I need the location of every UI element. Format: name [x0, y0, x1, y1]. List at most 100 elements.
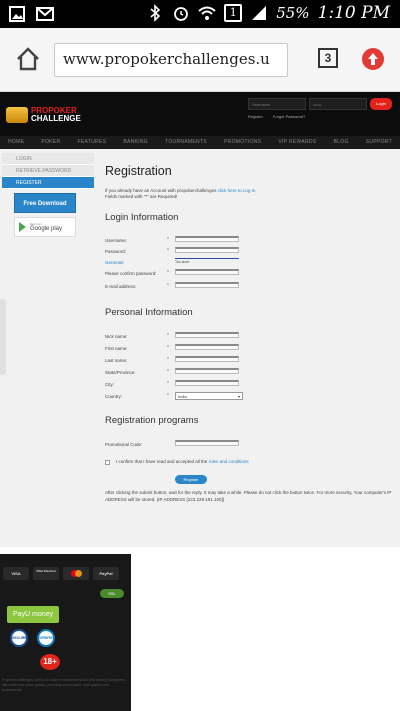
username-input[interactable] [175, 236, 239, 242]
wifi-icon [198, 6, 216, 20]
nav-poker[interactable]: POKER [41, 136, 60, 149]
tab-count-button[interactable]: 3 [318, 48, 338, 68]
header-username-input[interactable]: Username [248, 98, 306, 110]
submit-note: After clicking the submit button, wait f… [105, 490, 392, 502]
required-marker: * [167, 369, 169, 375]
nav-tournaments[interactable]: TOURNAMENTS [165, 136, 207, 149]
paypal-logo: PayPal [93, 567, 119, 580]
nav-banking[interactable]: BANKING [123, 136, 148, 149]
email-label: E-mail address: [105, 284, 137, 289]
confirm-password-input[interactable] [175, 269, 239, 275]
battery-percent: 55% [276, 4, 310, 22]
personal-info-title: Personal Information [105, 307, 193, 318]
site-header: PROPOKER CHALLENGE Username •••••• Login… [0, 92, 400, 136]
terms-row: I confirm that I have read and accepted … [105, 459, 395, 465]
chevron-down-icon: ▾ [237, 394, 240, 399]
required-marker: * [167, 357, 169, 363]
required-note: Fields marked with "*" are Required! [105, 194, 178, 199]
gallery-icon [9, 6, 25, 22]
password-strength: Too short [175, 258, 239, 265]
state-input[interactable] [175, 368, 239, 374]
header-login: Username •••••• Login Register Forgot Pa… [248, 98, 392, 119]
programs-title: Registration programs [105, 415, 199, 426]
alarm-icon [174, 7, 189, 21]
gplay-big-text: Google play [30, 226, 63, 232]
page-title: Registration [105, 164, 172, 178]
free-download-button[interactable]: Free Download [14, 193, 76, 213]
forgot-password-link[interactable]: Forgot Password? [273, 114, 305, 119]
sim-slot-icon: 1 [224, 4, 243, 22]
clock: 1:10 PM [317, 3, 390, 23]
terms-checkbox[interactable] [105, 460, 110, 465]
browser-toolbar: www.propokerchallenges.u 3 [0, 28, 400, 92]
rules-link[interactable]: rules and conditions [209, 459, 249, 464]
registration-page: LOGIN RETRIEVE PASSWORD REGISTER Free Do… [0, 149, 400, 547]
registration-form: Registration If you already have an Acco… [105, 149, 395, 503]
nav-promotions[interactable]: PROMOTIONS [224, 136, 261, 149]
state-label: State/Province: [105, 370, 136, 375]
login-link[interactable]: click here to Log In. [218, 188, 257, 193]
mastercard-icon [63, 567, 89, 580]
side-drawer-handle[interactable] [0, 299, 6, 375]
country-label: Country: [105, 394, 123, 399]
footer-legal-text: Propokerchallenges.com is an online ente… [0, 674, 131, 711]
sidebar-item-register[interactable]: REGISTER [2, 177, 94, 189]
first-name-label: First name: [105, 346, 128, 351]
signal-icon [252, 6, 267, 20]
required-marker: * [167, 393, 169, 399]
nick-name-input[interactable] [175, 332, 239, 338]
url-bar[interactable]: www.propokerchallenges.u [54, 43, 288, 77]
city-input[interactable] [175, 380, 239, 386]
verified-badge-icon: VERIFIED [37, 629, 55, 647]
promo-code-label: Promotional Code: [105, 442, 143, 447]
site-logo[interactable]: PROPOKER CHALLENGE [6, 104, 81, 126]
required-marker: * [167, 345, 169, 351]
last-name-input[interactable] [175, 356, 239, 362]
status-bar: 1 55% 1:10 PM [0, 0, 400, 28]
required-marker: * [167, 270, 169, 276]
last-name-label: Last name: [105, 358, 128, 363]
terms-text: I confirm that I have read and accepted … [116, 459, 208, 464]
promo-code-input[interactable] [175, 440, 239, 446]
city-label: City: [105, 382, 114, 387]
upgrade-arrow-icon[interactable] [362, 48, 384, 70]
register-button[interactable]: Register [175, 475, 207, 484]
bluetooth-icon [150, 4, 161, 22]
nav-home[interactable]: HOME [8, 136, 24, 149]
nav-vip-rewards[interactable]: VIP REWARDS [278, 136, 316, 149]
sidebar-item-login[interactable]: LOGIN [2, 153, 94, 165]
sidebar-item-retrieve-password[interactable]: RETRIEVE PASSWORD [2, 165, 94, 177]
first-name-input[interactable] [175, 344, 239, 350]
generate-password-link[interactable]: Generate [105, 260, 157, 265]
nav-features[interactable]: FEATURES [78, 136, 107, 149]
age-18-badge: 18+ [40, 654, 60, 670]
header-login-button[interactable]: Login [370, 98, 392, 110]
nav-blog[interactable]: BLOG [334, 136, 349, 149]
nav-support[interactable]: SUPPORT [366, 136, 392, 149]
login-info-title: Login Information [105, 212, 179, 223]
confirm-password-label: Please confirm password: [105, 271, 157, 276]
gmail-icon [36, 7, 54, 21]
poker-chip-icon [6, 107, 28, 123]
header-password-input[interactable]: •••••• [309, 98, 367, 110]
google-play-icon [19, 222, 26, 232]
intro-text: If you already have an Account with prop… [105, 188, 395, 200]
visa-electron-logo: VISA Electron [33, 567, 59, 580]
home-icon[interactable] [14, 45, 42, 73]
username-label: Username: [105, 238, 128, 243]
ssl-lock-icon: SSL [100, 589, 124, 598]
register-link[interactable]: Register [248, 114, 263, 119]
country-value: India [178, 394, 187, 399]
email-input[interactable] [175, 282, 239, 288]
required-marker: * [167, 333, 169, 339]
required-marker: * [167, 237, 169, 243]
nick-name-label: Nick name: [105, 334, 128, 339]
required-marker: * [167, 283, 169, 289]
google-play-button[interactable]: Get it on Google play [14, 217, 76, 237]
password-input[interactable] [175, 247, 239, 253]
required-marker: * [167, 381, 169, 387]
logo-line2: CHALLENGE [31, 114, 81, 123]
country-select[interactable]: India ▾ [175, 392, 243, 400]
site-nav: HOME POKER FEATURES BANKING TOURNAMENTS … [0, 136, 400, 149]
visa-logo: VISA [3, 567, 29, 580]
